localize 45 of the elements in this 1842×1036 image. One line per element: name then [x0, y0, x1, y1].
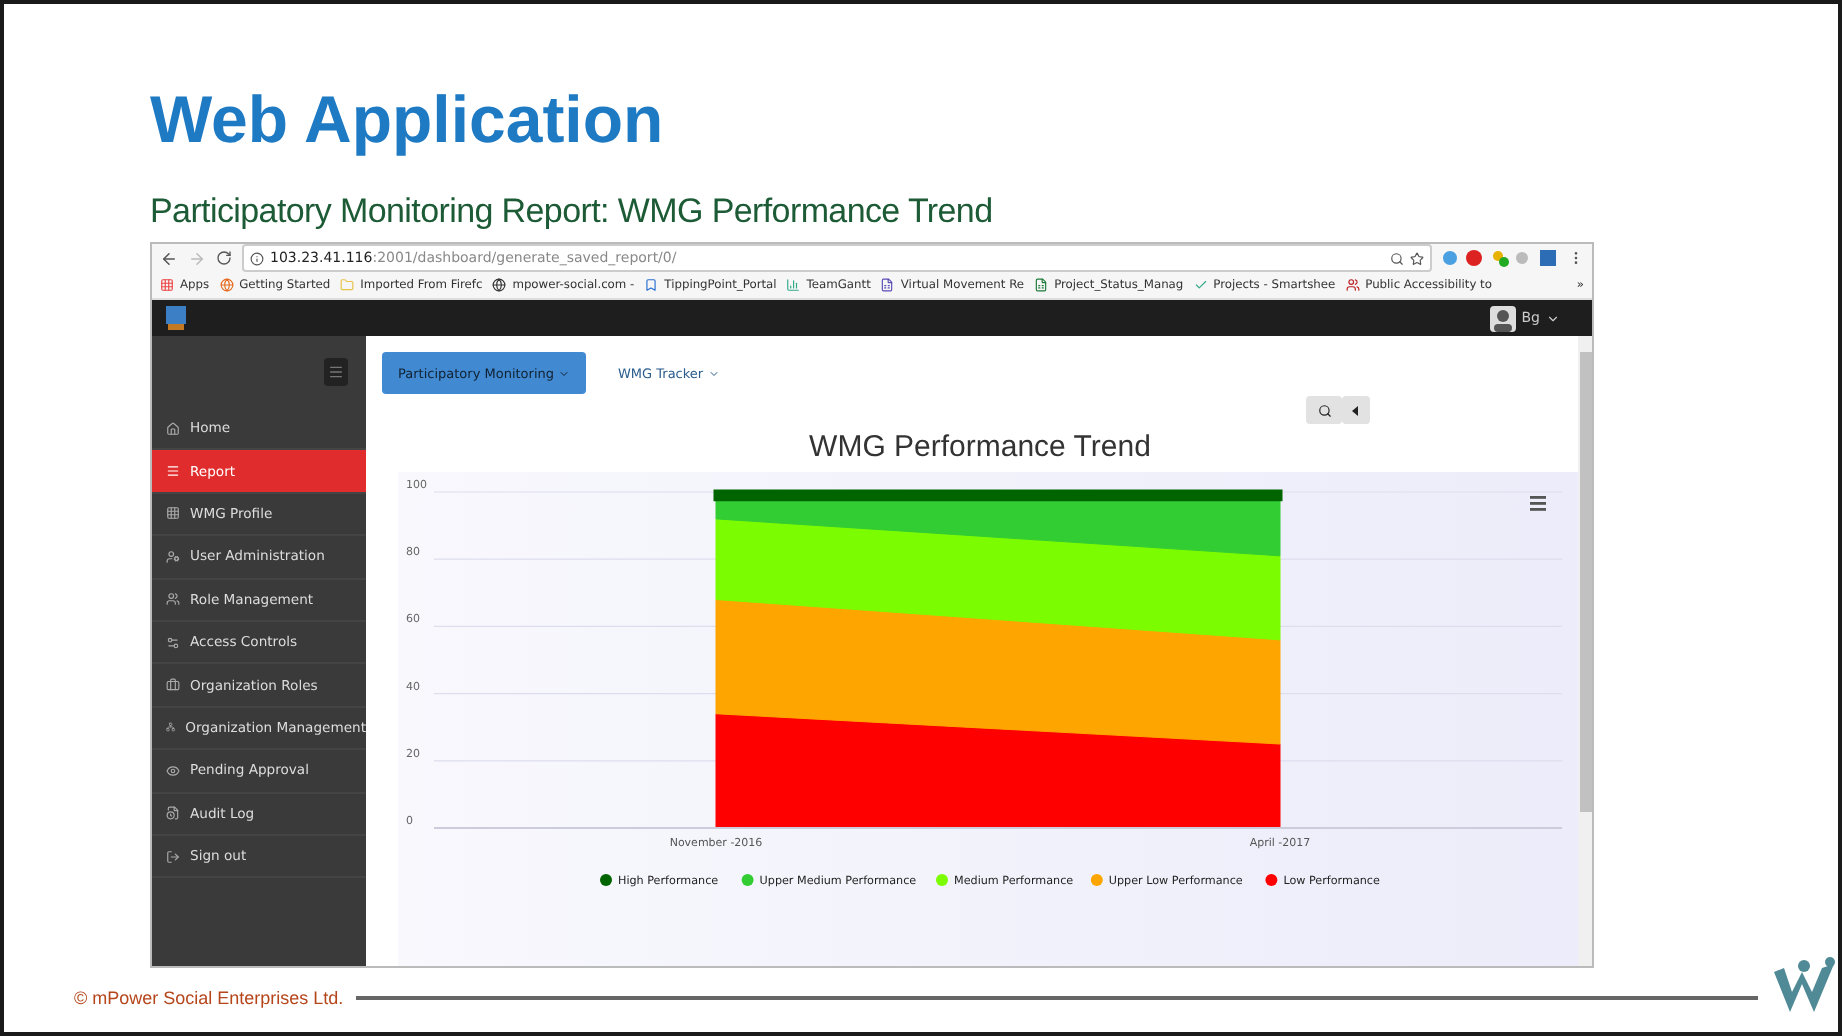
- menu-item-icon: [166, 763, 180, 778]
- menu-item-icon: [166, 464, 180, 479]
- back-icon[interactable]: [160, 249, 178, 267]
- menu-item-icon: [166, 506, 180, 521]
- logo-icon: [1770, 956, 1838, 1016]
- menu-item-icon: [166, 635, 180, 650]
- bookmark-icon: [160, 278, 174, 293]
- menu-item-icon: [166, 421, 180, 436]
- scrollbar[interactable]: [1578, 336, 1592, 966]
- caret-icon: [558, 367, 570, 379]
- menu-item-icon: [166, 592, 180, 607]
- caret-icon: [1546, 311, 1560, 326]
- bookmark-icon: [644, 278, 659, 293]
- sidebar-toggle[interactable]: [324, 358, 348, 386]
- slide-subtitle: Participatory Monitoring Report: WMG Performance Trend: [150, 194, 995, 230]
- menu-item-icon: [166, 720, 176, 735]
- menu-item-icon: [166, 849, 180, 864]
- chart-title: WMG Performance Trend: [807, 430, 1153, 464]
- bookmark-icon: [1193, 278, 1208, 293]
- search-button[interactable]: [1306, 396, 1342, 424]
- bookmark-icon: [1345, 278, 1360, 293]
- collapse-button[interactable]: [1342, 396, 1370, 424]
- search-icon[interactable]: [1390, 251, 1404, 265]
- caret-icon: [1352, 405, 1360, 415]
- extension-icons-drawing[interactable]: [1442, 248, 1558, 268]
- bookmark-icon: [492, 278, 507, 293]
- bookmark-icon: [880, 278, 895, 293]
- info-icon: [250, 251, 264, 265]
- search-icon: [1317, 403, 1331, 417]
- bookmark-icon: [786, 278, 801, 293]
- menu-item-icon: [166, 549, 180, 564]
- star-icon[interactable]: [1410, 251, 1424, 265]
- avatar-icon: [1491, 307, 1514, 332]
- slide-title: Web Application: [150, 80, 666, 160]
- menu-item-icon: [166, 678, 180, 693]
- bookmark-icon: [1034, 278, 1049, 293]
- reload-icon[interactable]: [216, 250, 232, 266]
- menu-item-icon: [166, 806, 180, 821]
- menu-icon[interactable]: [1530, 496, 1546, 511]
- menu-icon: [328, 364, 344, 380]
- copyright-text: © mPower Social Enterprises Ltd.: [74, 988, 344, 1008]
- logo-icon[interactable]: [164, 304, 188, 333]
- bookmark-icon: [219, 278, 234, 293]
- bookmark-icon: [340, 278, 355, 293]
- caret-icon: [707, 367, 720, 379]
